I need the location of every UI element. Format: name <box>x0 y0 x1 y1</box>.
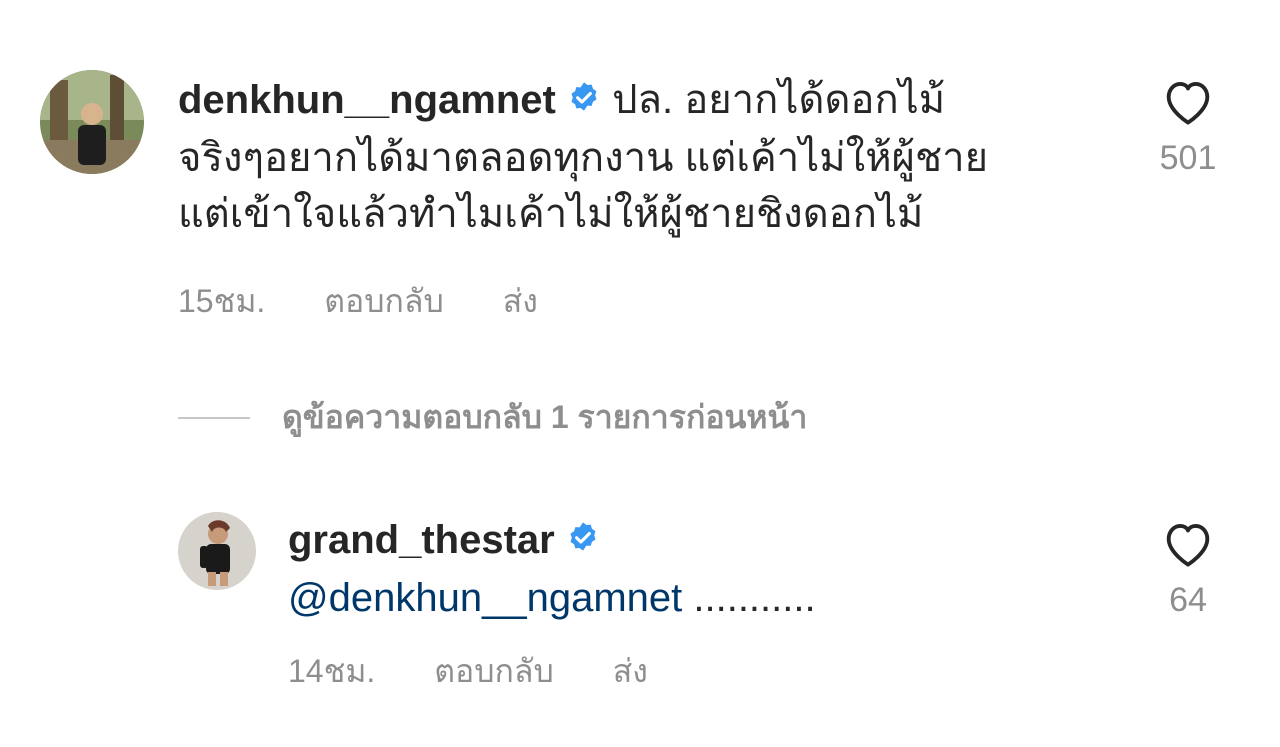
divider-line <box>178 416 250 419</box>
like-count: 501 <box>1159 139 1217 177</box>
send-button[interactable]: ส่ง <box>503 283 538 319</box>
heart-icon[interactable] <box>1143 76 1233 131</box>
reply-button[interactable]: ตอบกลับ <box>434 653 554 689</box>
comment-meta: 15ชม. ตอบกลับ ส่ง <box>178 276 588 327</box>
username-denkhun[interactable]: denkhun__ngamnet <box>178 78 556 122</box>
timestamp: 15ชม. <box>178 283 266 319</box>
reply-button[interactable]: ตอบกลับ <box>324 283 444 319</box>
like-column: 64 <box>1143 518 1233 620</box>
heart-icon[interactable] <box>1143 518 1233 573</box>
mention-link[interactable]: @denkhun__ngamnet <box>288 576 682 620</box>
comment-meta: 14ชม. ตอบกลับ ส่ง <box>288 646 698 697</box>
verified-badge-icon <box>567 74 601 130</box>
comment-grand: grand_thestar @denkhun__ngamnet ........… <box>0 480 1280 747</box>
comment-denkhun: denkhun__ngamnet ปล. อยากได้ดอกไม้ จริงๆ… <box>0 0 1280 340</box>
reply-text: ........... <box>682 576 816 621</box>
view-replies-label[interactable]: ดูข้อความตอบกลับ 1 รายการก่อนหน้า <box>282 392 807 443</box>
send-button[interactable]: ส่ง <box>613 653 648 689</box>
comment-text-line2: จริงๆอยากได้มาตลอดทุกงาน แต่เค้าไม่ให้ผู… <box>178 136 989 181</box>
comment-text-line1: ปล. อยากได้ดอกไม้ <box>612 78 946 122</box>
verified-badge-icon <box>566 514 600 570</box>
avatar-grand[interactable] <box>178 512 256 590</box>
avatar-image <box>178 512 256 590</box>
like-count: 64 <box>1169 581 1207 619</box>
avatar-image <box>40 70 144 174</box>
username-grand[interactable]: grand_thestar <box>288 518 555 562</box>
avatar-denkhun[interactable] <box>40 70 144 174</box>
like-column: 501 <box>1143 76 1233 178</box>
timestamp: 14ชม. <box>288 653 376 689</box>
comment-body: grand_thestar @denkhun__ngamnet ........… <box>288 512 1128 626</box>
view-previous-replies[interactable]: ดูข้อความตอบกลับ 1 รายการก่อนหน้า <box>178 392 807 443</box>
comment-text-line3: แต่เข้าใจแล้วทำไมเค้าไม่ให้ผู้ชายชิงดอกไ… <box>178 192 924 237</box>
comment-body: denkhun__ngamnet ปล. อยากได้ดอกไม้ จริงๆ… <box>178 72 1118 242</box>
